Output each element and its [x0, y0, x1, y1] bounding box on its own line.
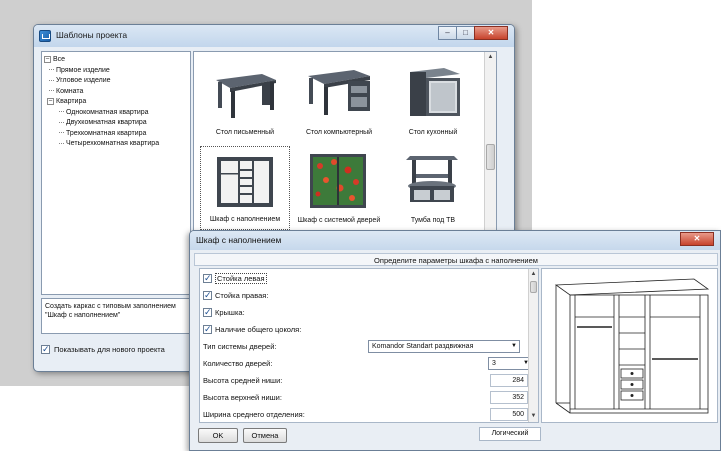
category-tree: – Все Прямое изделие Угловое изделие Комн… [41, 51, 191, 295]
template-tile[interactable]: Стол кухонный [388, 58, 478, 142]
window-title: Шаблоны проекта [56, 30, 128, 40]
scroll-thumb[interactable] [486, 144, 495, 170]
desk-icon [216, 74, 276, 118]
scroll-thumb[interactable] [530, 281, 537, 293]
template-label: Стол кухонный [408, 129, 458, 136]
template-label: Шкаф с наполнением [209, 216, 281, 223]
tv-stand-icon [406, 156, 458, 202]
template-tile[interactable]: Шкаф с системой дверей [294, 146, 384, 230]
minimize-button[interactable]: – [438, 26, 457, 40]
tree-item-label: Все [53, 56, 66, 63]
right-post-label: Стойка правая: [215, 291, 269, 300]
checkbox-icon[interactable] [41, 344, 50, 355]
collapse-icon[interactable]: – [44, 55, 51, 63]
scroll-up-icon[interactable]: ▲ [485, 52, 496, 63]
middle-niche-input[interactable]: 284 [490, 374, 528, 387]
door-system-label: Тип системы дверей: [203, 342, 277, 351]
tree-item[interactable]: Трехкомнатная квартира [44, 129, 188, 140]
door-count-select[interactable]: 3 ▼ [488, 357, 532, 370]
tree-item-label: Двухкомнатная квартира [66, 119, 147, 126]
tree-item-label: Квартира [56, 98, 87, 105]
left-post-row[interactable]: Стойка левая [203, 270, 524, 287]
sliding-door-wardrobe-icon [310, 154, 366, 208]
ok-button[interactable]: OK [198, 428, 238, 443]
tree-item-label: Угловое изделие [56, 77, 111, 84]
tree-item-label: Прямое изделие [56, 66, 110, 74]
door-count-label: Количество дверей: [203, 359, 273, 368]
wardrobe-preview [541, 268, 718, 423]
tree-item[interactable]: Двухкомнатная квартира [44, 118, 188, 129]
top-cover-row[interactable]: Крышка: [203, 304, 524, 321]
top-niche-input[interactable]: 352 [490, 391, 528, 404]
maximize-button[interactable]: □ [456, 26, 475, 40]
middle-width-row: Ширина среднего отделения: [203, 406, 524, 423]
tree-item[interactable]: Угловое изделие [44, 76, 188, 87]
door-count-value: 3 [492, 360, 496, 367]
window-title: Шкаф с наполнением [196, 235, 282, 245]
tree-item-label: Однокомнатная квартира [66, 108, 149, 116]
tree-item[interactable]: Комната [44, 87, 188, 98]
top-niche-label: Высота верхней ниши: [203, 393, 282, 402]
wardrobe-drawing [554, 278, 710, 414]
checkbox-label: Показывать для нового проекта [54, 345, 165, 354]
computer-desk-icon [308, 70, 370, 115]
wardrobe-icon [217, 157, 273, 207]
template-tile[interactable]: Шкаф с наполнением [200, 146, 290, 230]
title-bar[interactable]: Шкаф с наполнением ✕ [190, 231, 720, 250]
tree-item-label: Трехкомнатная квартира [66, 129, 147, 137]
app-icon [39, 30, 51, 42]
tree-item[interactable]: – Квартира [44, 97, 188, 108]
top-cover-label: Крышка: [215, 308, 245, 317]
tree-item[interactable]: Прямое изделие [44, 66, 188, 77]
plinth-row[interactable]: Наличие общего цоколя: [203, 321, 524, 338]
tree-item[interactable]: – Все [44, 55, 188, 66]
cancel-button[interactable]: Отмена [243, 428, 287, 443]
left-post-label: Стойка левая [215, 273, 267, 284]
left-post-checkbox[interactable] [203, 273, 212, 284]
template-description: Создать каркас с типовым заполнением "Шк… [41, 298, 191, 334]
status-field: Логический [479, 427, 541, 441]
tree-item-label: Комната [56, 87, 84, 95]
dialog-header: Определите параметры шкафа с наполнением [194, 253, 718, 266]
wardrobe-dialog: Шкаф с наполнением ✕ Определите параметр… [189, 230, 721, 451]
kitchen-table-icon [410, 68, 460, 116]
scroll-down-icon[interactable]: ▼ [529, 411, 538, 422]
parameters-list: Стойка левая Стойка правая: Крышка: Нали… [199, 268, 539, 423]
template-label: Стол письменный [215, 129, 275, 136]
door-system-select[interactable]: Komandor Standart раздвижная ▼ [368, 340, 520, 353]
middle-niche-row: Высота средней ниши: [203, 372, 524, 389]
chevron-down-icon: ▼ [511, 343, 517, 349]
template-tile[interactable]: Тумба под ТВ [388, 146, 478, 230]
template-label: Шкаф с системой дверей [297, 217, 381, 224]
template-tile[interactable]: Стол компьютерный [294, 58, 384, 142]
right-post-checkbox[interactable] [203, 290, 212, 301]
close-button[interactable]: ✕ [680, 232, 714, 246]
tree-item[interactable]: Однокомнатная квартира [44, 108, 188, 119]
template-label: Тумба под ТВ [410, 217, 456, 224]
tree-item-label: Четырехкомнатная квартира [66, 140, 160, 147]
collapse-icon[interactable]: – [47, 97, 54, 105]
middle-width-label: Ширина среднего отделения: [203, 410, 305, 419]
top-niche-row: Высота верхней ниши: [203, 389, 524, 406]
middle-niche-label: Высота средней ниши: [203, 376, 283, 385]
show-for-new-project-checkbox[interactable]: Показывать для нового проекта [41, 344, 165, 355]
close-button[interactable]: ✕ [474, 26, 508, 40]
plinth-label: Наличие общего цоколя: [215, 325, 302, 334]
top-cover-checkbox[interactable] [203, 307, 212, 318]
middle-width-input[interactable]: 500 [490, 408, 528, 421]
right-post-row[interactable]: Стойка правая: [203, 287, 524, 304]
scroll-up-icon[interactable]: ▲ [529, 269, 538, 280]
title-bar[interactable]: Шаблоны проекта – □ ✕ [34, 25, 514, 47]
parameters-scrollbar[interactable]: ▲ ▼ [528, 269, 538, 422]
plinth-checkbox[interactable] [203, 324, 212, 335]
tree-item[interactable]: Четырехкомнатная квартира [44, 139, 188, 150]
door-count-row: Количество дверей: [203, 355, 524, 372]
template-tile[interactable]: Стол письменный [200, 58, 290, 142]
door-system-value: Komandor Standart раздвижная [372, 343, 474, 350]
template-label: Стол компьютерный [305, 129, 373, 136]
